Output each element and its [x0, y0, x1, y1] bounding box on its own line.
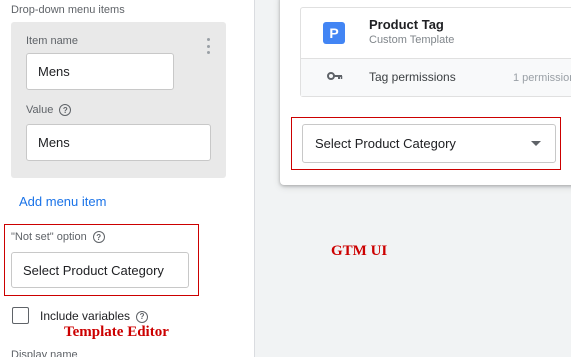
product-category-select-value: Select Product Category	[315, 136, 456, 151]
template-editor-panel: Drop-down menu items Item name Mens Valu…	[0, 0, 238, 357]
value-label: Value	[26, 104, 54, 116]
display-name-label: Display name	[11, 349, 78, 357]
template-editor-annotation: Template Editor	[64, 324, 169, 340]
gtm-ui-annotation: GTM UI	[331, 243, 388, 259]
product-tag-icon: P	[323, 22, 345, 44]
help-icon[interactable]: ?	[59, 104, 72, 117]
include-variables-label: Include variables	[40, 309, 131, 323]
product-category-select[interactable]: Select Product Category	[302, 124, 556, 163]
value-input[interactable]: Mens	[26, 124, 211, 161]
dropdown-items-section-label: Drop-down menu items	[11, 4, 125, 16]
tag-name: Product Tag	[369, 17, 444, 32]
add-menu-item-link[interactable]: Add menu item	[19, 194, 106, 209]
tag-permissions-label: Tag permissions	[369, 70, 456, 84]
help-icon[interactable]: ?	[136, 310, 149, 323]
key-icon	[327, 72, 343, 80]
item-name-label: Item name	[26, 35, 78, 47]
help-icon[interactable]: ?	[92, 231, 105, 244]
not-set-label-row: "Not set" option?	[11, 231, 105, 244]
include-variables-checkbox[interactable]	[12, 307, 29, 324]
tag-subtitle: Custom Template	[369, 34, 455, 46]
item-name-input[interactable]: Mens	[26, 53, 174, 90]
not-set-label: "Not set" option	[11, 231, 87, 243]
dropdown-caret-icon	[531, 141, 541, 146]
include-variables-label-row: Include variables?	[40, 309, 149, 323]
more-vert-icon[interactable]	[205, 38, 211, 54]
row-divider	[300, 58, 571, 59]
value-label-row: Value?	[26, 104, 72, 117]
permission-count: 1 permission	[513, 72, 571, 84]
not-set-option-input[interactable]: Select Product Category	[11, 252, 189, 288]
